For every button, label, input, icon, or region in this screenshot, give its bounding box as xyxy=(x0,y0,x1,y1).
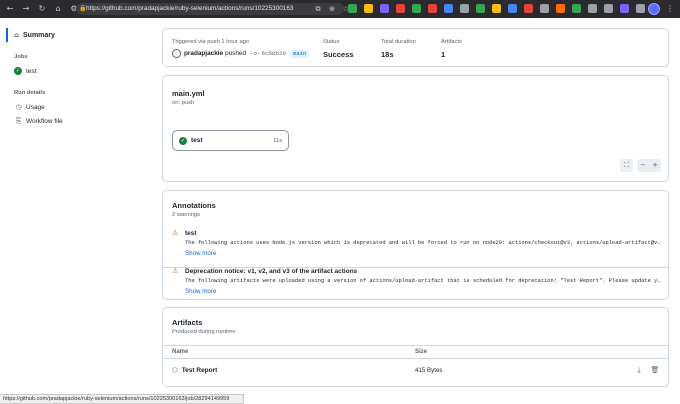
warning-icon: ⚠ xyxy=(172,267,179,275)
run-summary-card: Triggered via push 1 hour ago pradapjack… xyxy=(162,28,669,67)
show-more-link[interactable]: Show more xyxy=(185,288,216,295)
jobs-heading: Jobs xyxy=(14,54,28,60)
back-icon[interactable]: ← xyxy=(4,3,16,15)
commit-icon: -o- xyxy=(250,50,261,57)
open-external-icon[interactable]: ⧉ xyxy=(313,3,323,15)
run-sidebar: ⌂ Summary Jobs ✓ test Run details ◷ Usag… xyxy=(0,18,150,394)
sidebar-item-usage[interactable]: ◷ Usage xyxy=(14,101,45,113)
annotation-title[interactable]: test xyxy=(185,230,197,237)
workflow-graph-card: main.yml on: push ✓ test 11s ⛶ − + xyxy=(162,75,669,182)
annotation-message: The following artifacts were uploaded us… xyxy=(185,278,661,284)
extension-icon[interactable] xyxy=(444,4,453,13)
commit-sha[interactable]: 6c58b29 xyxy=(261,50,285,57)
extension-icon[interactable] xyxy=(524,4,533,13)
artifact-size: 415 Bytes xyxy=(415,367,443,374)
extension-icon[interactable] xyxy=(556,4,565,13)
artifacts-table-header: Name Size xyxy=(163,345,668,359)
run-details-heading: Run details xyxy=(14,90,46,96)
sidebar-item-workflow-file[interactable]: ⎘ Workflow file xyxy=(14,115,63,127)
sidebar-item-label: test xyxy=(26,67,37,75)
job-node-test[interactable]: ✓ test 11s xyxy=(172,130,289,151)
avatar[interactable] xyxy=(172,49,181,58)
sidebar-item-job-test[interactable]: ✓ test xyxy=(14,65,36,77)
zoom-icon[interactable]: ⊕ xyxy=(327,3,337,15)
annotations-title: Annotations xyxy=(172,201,216,210)
address-url: https://github.com/pradapjackie/ruby-sel… xyxy=(86,5,294,12)
duration-label: Total duration xyxy=(381,39,416,45)
download-icon[interactable]: ⤓ xyxy=(634,365,644,375)
package-icon: ⬡ xyxy=(172,366,178,374)
warning-icon: ⚠ xyxy=(172,229,179,237)
reload-icon[interactable]: ↻ xyxy=(36,3,48,15)
profile-avatar[interactable] xyxy=(648,3,660,15)
extension-icon[interactable] xyxy=(412,4,421,13)
extension-icon[interactable] xyxy=(476,4,485,13)
home-icon: ⌂ xyxy=(14,31,20,39)
sidebar-item-label: Workflow file xyxy=(26,117,63,125)
artifacts-subtitle: Produced during runtime xyxy=(172,329,236,335)
job-node-label: test xyxy=(191,137,203,144)
success-check-icon: ✓ xyxy=(179,136,187,145)
extension-icon[interactable] xyxy=(604,4,613,13)
extension-icon[interactable] xyxy=(396,4,405,13)
fullscreen-icon[interactable]: ⛶ xyxy=(620,159,633,172)
extension-icon[interactable] xyxy=(572,4,581,13)
status-label: Status xyxy=(323,39,340,45)
annotations-card: Annotations 2 warnings ⚠ test The follow… xyxy=(162,190,669,300)
pusher-name[interactable]: pradapjackie xyxy=(184,50,223,57)
annotation-message: The following actions uses Node.js versi… xyxy=(185,240,661,246)
artifacts-card: Artifacts Produced during runtime Name S… xyxy=(162,307,669,387)
lock-icon: 🔒 xyxy=(79,5,87,12)
browser-toolbar: ← → ↻ ⌂ ⚙ 🔒 https://github.com/pradapjac… xyxy=(0,0,680,18)
extension-icon[interactable] xyxy=(460,4,469,13)
sidebar-item-label: Summary xyxy=(23,31,55,39)
zoom-in-icon[interactable]: + xyxy=(652,161,658,169)
extension-icon[interactable] xyxy=(620,4,629,13)
column-header-name: Name xyxy=(172,349,189,355)
forward-icon[interactable]: → xyxy=(20,3,32,15)
show-more-link[interactable]: Show more xyxy=(185,250,216,257)
extension-icon[interactable] xyxy=(364,4,373,13)
pushed-text: pushed xyxy=(225,50,247,57)
zoom-out-icon[interactable]: − xyxy=(640,161,646,169)
extension-icon[interactable] xyxy=(348,4,357,13)
table-row: ⬡ Test Report 415 Bytes ⤓ 🗑 xyxy=(163,364,668,378)
column-header-size: Size xyxy=(415,349,428,355)
sidebar-item-label: Usage xyxy=(26,103,45,111)
address-bar[interactable]: 🔒 https://github.com/pradapjackie/ruby-s… xyxy=(76,3,344,15)
trash-icon[interactable]: 🗑 xyxy=(650,365,660,375)
home-icon[interactable]: ⌂ xyxy=(52,3,64,15)
success-check-icon: ✓ xyxy=(14,67,22,75)
file-icon: ⎘ xyxy=(15,116,22,125)
extension-icon[interactable] xyxy=(540,4,549,13)
artifacts-count: 1 xyxy=(441,50,446,59)
extension-icon[interactable] xyxy=(588,4,597,13)
branch-badge[interactable]: main xyxy=(289,49,310,58)
extension-icon[interactable] xyxy=(492,4,501,13)
extension-icon[interactable] xyxy=(508,4,517,13)
artifact-name: Test Report xyxy=(181,366,218,374)
workflow-event: on: push xyxy=(172,100,195,106)
extensions-row xyxy=(348,4,645,13)
workflow-file-title: main.yml xyxy=(172,89,205,98)
trigger-text: Triggered via push 1 hour ago xyxy=(172,39,250,45)
sidebar-item-summary[interactable]: ⌂ Summary xyxy=(6,28,140,42)
annotation-title[interactable]: Deprecation notice: v1, v2, and v3 of th… xyxy=(185,268,357,275)
link-preview-statusbar: https://github.com/pradapjackie/ruby-sel… xyxy=(0,394,244,404)
annotations-count: 2 warnings xyxy=(172,212,201,218)
zoom-controls: − + xyxy=(637,159,661,172)
extension-icon[interactable] xyxy=(636,4,645,13)
extension-icon[interactable] xyxy=(380,4,389,13)
artifact-name-link[interactable]: ⬡ Test Report xyxy=(172,366,217,374)
clock-icon: ◷ xyxy=(15,103,22,111)
job-node-duration: 11s xyxy=(273,137,282,144)
browser-menu-icon[interactable]: ⋮ xyxy=(666,3,674,15)
extension-icon[interactable] xyxy=(428,4,437,13)
duration-value[interactable]: 18s xyxy=(381,50,416,59)
status-value: Success xyxy=(323,50,354,59)
artifacts-title: Artifacts xyxy=(172,318,203,327)
artifacts-label: Artifacts xyxy=(441,39,462,45)
